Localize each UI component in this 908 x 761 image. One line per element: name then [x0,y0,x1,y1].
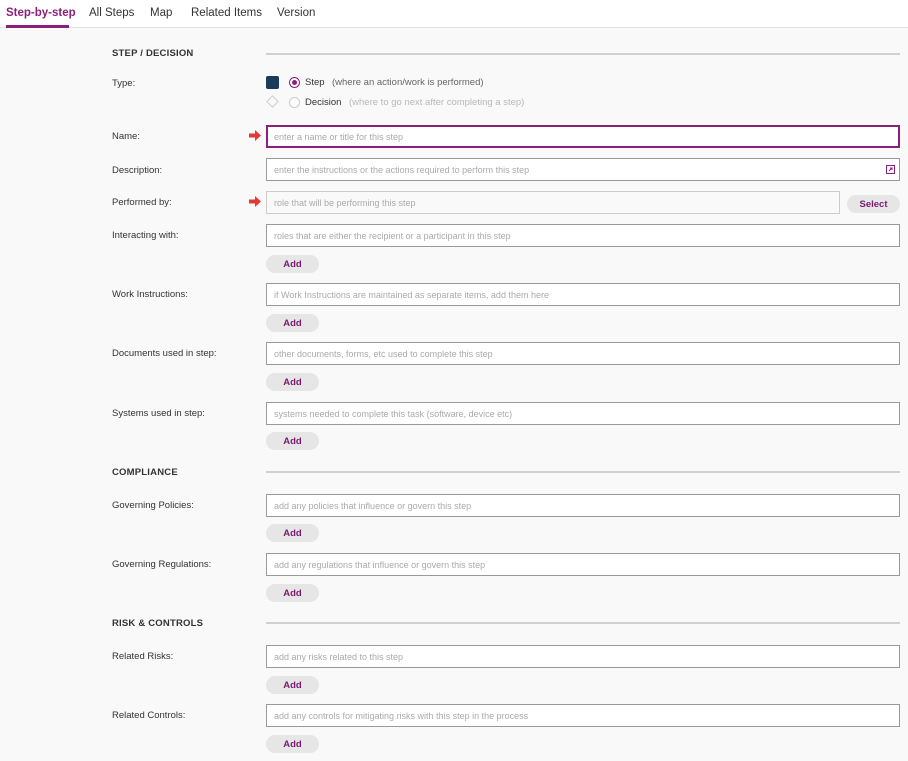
systems-label: Systems used in step: [112,408,205,419]
add-interacting-with-button[interactable]: Add [266,255,319,273]
related-risks-input[interactable] [266,645,900,668]
type-decision-radio[interactable] [289,97,300,108]
governing-regulations-label: Governing Regulations: [112,559,212,570]
add-work-instructions-button[interactable]: Add [266,314,319,332]
tab-map[interactable]: Map [150,7,172,19]
required-arrow-icon [249,130,261,141]
work-instructions-input[interactable] [266,283,900,306]
diamond-icon [266,95,279,108]
add-related-controls-button[interactable]: Add [266,735,319,753]
type-label: Type: [112,78,136,89]
interacting-with-label: Interacting with: [112,230,179,241]
type-decision-label[interactable]: Decision [305,97,341,108]
description-label: Description: [112,165,163,176]
add-governing-policies-button[interactable]: Add [266,524,319,542]
add-documents-button[interactable]: Add [266,373,319,391]
section-divider [266,471,900,473]
tab-bar: Step-by-step All Steps Map Related Items… [0,0,908,28]
performed-by-label: Performed by: [112,197,172,208]
interacting-with-input[interactable] [266,224,900,247]
tab-version[interactable]: Version [277,7,315,19]
related-risks-label: Related Risks: [112,651,174,662]
section-title-compliance: COMPLIANCE [112,467,178,478]
related-controls-input[interactable] [266,704,900,727]
name-label: Name: [112,131,140,142]
work-instructions-label: Work Instructions: [112,289,188,300]
type-step-hint: (where an action/work is performed) [332,77,484,88]
required-arrow-icon [249,196,261,207]
performed-by-input[interactable] [266,191,840,214]
section-divider [266,622,900,624]
section-title-step-decision: STEP / DECISION [112,48,194,59]
select-role-button[interactable]: Select [847,195,900,213]
related-controls-label: Related Controls: [112,710,186,721]
add-governing-regulations-button[interactable]: Add [266,584,319,602]
governing-policies-label: Governing Policies: [112,500,194,511]
add-related-risks-button[interactable]: Add [266,676,319,694]
tab-all-steps[interactable]: All Steps [89,7,134,19]
add-systems-button[interactable]: Add [266,432,319,450]
section-divider [266,53,900,55]
tab-related-items[interactable]: Related Items [191,7,262,19]
section-title-risk-controls: RISK & CONTROLS [112,618,204,629]
type-step-radio[interactable] [289,77,300,88]
type-step-label[interactable]: Step [305,77,325,88]
governing-policies-input[interactable] [266,494,900,517]
governing-regulations-input[interactable] [266,553,900,576]
expand-icon[interactable] [886,165,895,174]
documents-label: Documents used in step: [112,348,217,359]
description-input[interactable] [266,158,900,181]
type-decision-hint: (where to go next after completing a ste… [349,97,525,108]
square-icon [266,76,279,89]
active-tab-indicator [6,25,69,28]
tab-step-by-step[interactable]: Step-by-step [6,7,76,19]
systems-input[interactable] [266,402,900,425]
name-input[interactable] [266,125,900,148]
documents-input[interactable] [266,342,900,365]
